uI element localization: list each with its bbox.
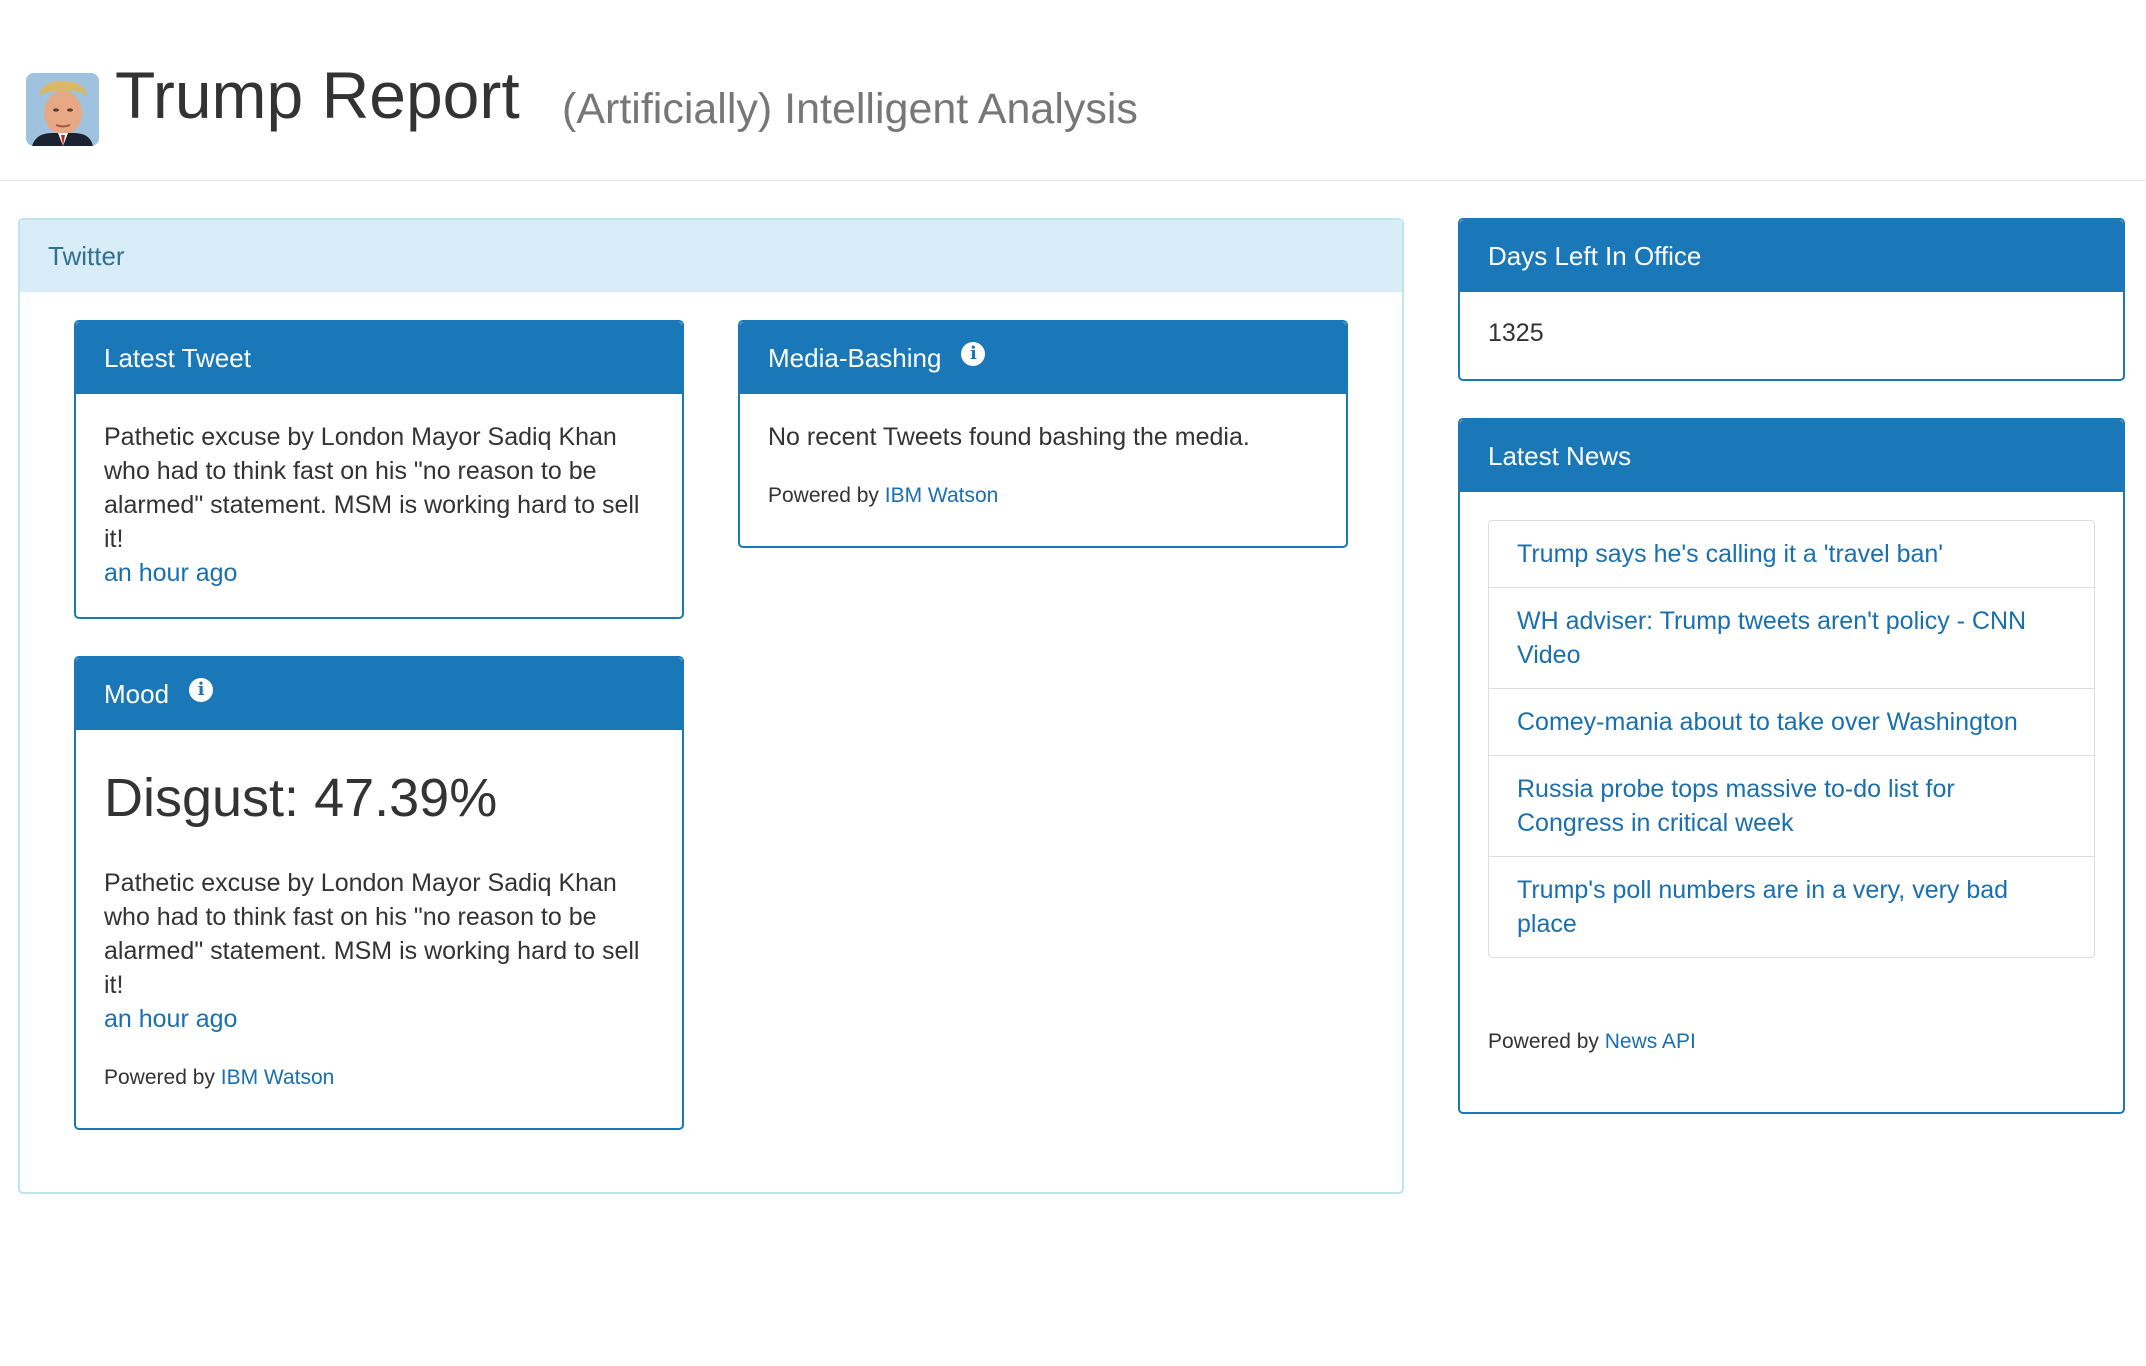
news-item-link[interactable]: WH adviser: Trump tweets aren't policy -…	[1517, 607, 2026, 669]
site-title: Trump Report	[115, 58, 520, 132]
info-icon[interactable]: i	[961, 342, 986, 366]
twitter-panel-heading: Twitter	[20, 220, 1402, 292]
latest-news-panel: Latest News Trump says he's calling it a…	[1458, 418, 2125, 1114]
powered-by-label: Powered by	[1488, 1030, 1599, 1053]
media-bashing-text: No recent Tweets found bashing the media…	[768, 423, 1250, 451]
latest-news-heading: Latest News	[1460, 420, 2123, 492]
days-left-value: 1325	[1488, 319, 1544, 347]
mood-tweet-time-link[interactable]: an hour ago	[104, 1002, 654, 1036]
news-item[interactable]: Comey-mania about to take over Washingto…	[1489, 689, 2094, 756]
news-api-link[interactable]: News API	[1605, 1030, 1696, 1053]
mood-heading: Mood i	[76, 658, 682, 730]
trump-avatar-icon	[26, 73, 99, 146]
news-powered-by: Powered by News API	[1488, 1028, 2095, 1056]
latest-tweet-time-link[interactable]: an hour ago	[104, 556, 654, 590]
mood-value: Disgust: 47.39%	[104, 768, 498, 828]
latest-tweet-text: Pathetic excuse by London Mayor Sadiq Kh…	[104, 423, 640, 553]
news-item[interactable]: WH adviser: Trump tweets aren't policy -…	[1489, 588, 2094, 689]
news-item-link[interactable]: Trump's poll numbers are in a very, very…	[1517, 876, 2008, 938]
mood-powered-by: Powered by IBM Watson	[104, 1064, 654, 1092]
news-item[interactable]: Trump's poll numbers are in a very, very…	[1489, 857, 2094, 957]
latest-tweet-panel: Latest Tweet Pathetic excuse by London M…	[74, 320, 684, 619]
news-item-link[interactable]: Russia probe tops massive to-do list for…	[1517, 775, 1955, 837]
mood-tweet-text: Pathetic excuse by London Mayor Sadiq Kh…	[104, 869, 640, 999]
page-header: Trump Report (Artificially) Intelligent …	[0, 0, 2146, 181]
media-bashing-heading-label: Media-Bashing	[768, 342, 942, 373]
media-bashing-panel: Media-Bashing i No recent Tweets found b…	[738, 320, 1348, 548]
media-bashing-heading: Media-Bashing i	[740, 322, 1346, 394]
powered-by-label: Powered by	[768, 484, 879, 507]
latest-tweet-heading: Latest Tweet	[76, 322, 682, 394]
mood-panel: Mood i Disgust: 47.39% Pathetic excuse b…	[74, 656, 684, 1130]
news-item[interactable]: Russia probe tops massive to-do list for…	[1489, 756, 2094, 857]
days-left-panel: Days Left In Office 1325	[1458, 218, 2125, 381]
news-list: Trump says he's calling it a 'travel ban…	[1488, 520, 2095, 958]
news-item-link[interactable]: Comey-mania about to take over Washingto…	[1517, 708, 2018, 736]
media-bashing-powered-by: Powered by IBM Watson	[768, 482, 1318, 510]
powered-by-label: Powered by	[104, 1066, 215, 1089]
ibm-watson-link[interactable]: IBM Watson	[885, 484, 999, 507]
ibm-watson-link[interactable]: IBM Watson	[221, 1066, 335, 1089]
mood-heading-label: Mood	[104, 678, 170, 709]
days-left-heading: Days Left In Office	[1460, 220, 2123, 292]
news-item[interactable]: Trump says he's calling it a 'travel ban…	[1489, 521, 2094, 588]
news-item-link[interactable]: Trump says he's calling it a 'travel ban…	[1517, 540, 1943, 568]
info-icon[interactable]: i	[189, 678, 214, 702]
site-subtitle: (Artificially) Intelligent Analysis	[562, 85, 1138, 133]
